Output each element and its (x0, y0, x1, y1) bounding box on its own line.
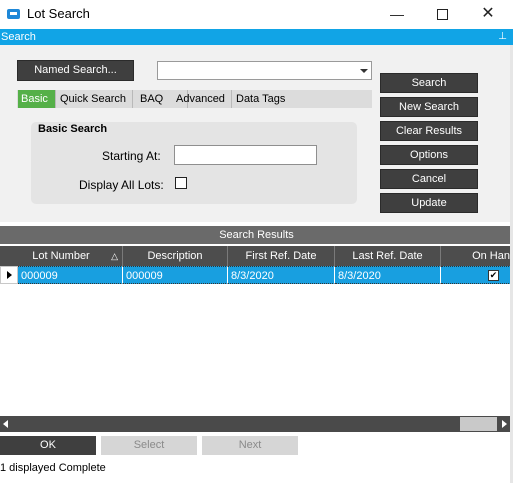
window-title: Lot Search (27, 6, 90, 21)
display-all-lots-label: Display All Lots: (79, 178, 164, 192)
column-header-lot-number[interactable]: Lot Number △ (0, 246, 123, 266)
app-icon (7, 9, 20, 19)
column-header-last-ref-date[interactable]: Last Ref. Date (335, 246, 441, 266)
cell-lot-number[interactable]: 000009 (18, 266, 123, 284)
column-header-lot-number-label: Lot Number (32, 250, 90, 262)
starting-at-input[interactable] (174, 145, 317, 165)
next-button[interactable]: Next (202, 436, 298, 455)
cancel-button[interactable]: Cancel (380, 169, 478, 189)
search-panel: Named Search... Basic Quick Search BAQ A… (0, 45, 513, 222)
row-selector-arrow-icon[interactable] (0, 266, 18, 284)
tab-basic[interactable]: Basic (18, 90, 56, 108)
tab-quick-search[interactable]: Quick Search (57, 90, 133, 108)
starting-at-label: Starting At: (102, 149, 161, 163)
update-button[interactable]: Update (380, 193, 478, 213)
status-text: 1 displayed Complete (0, 462, 106, 474)
select-button[interactable]: Select (101, 436, 197, 455)
search-button[interactable]: Search (380, 73, 478, 93)
basic-search-group: Basic Search Starting At: Display All Lo… (31, 122, 357, 204)
search-header-bar: Search ⊥ (0, 29, 513, 45)
results-grid-empty-area (0, 284, 513, 414)
search-header-label: Search (1, 31, 36, 43)
scroll-left-icon[interactable] (3, 420, 8, 428)
tab-advanced[interactable]: Advanced (173, 90, 232, 108)
pin-icon[interactable]: ⊥ (498, 29, 507, 45)
scrollbar-thumb[interactable] (460, 417, 497, 431)
display-all-lots-checkbox[interactable] (175, 177, 187, 189)
tab-data-tags[interactable]: Data Tags (233, 90, 293, 108)
horizontal-scrollbar[interactable] (0, 416, 513, 432)
close-button[interactable]: ✕ (476, 3, 500, 25)
basic-search-group-title: Basic Search (38, 123, 108, 135)
named-search-button[interactable]: Named Search... (17, 60, 134, 81)
column-header-description[interactable]: Description (123, 246, 228, 266)
title-bar: Lot Search — ✕ (0, 0, 513, 29)
column-header-first-ref-date[interactable]: First Ref. Date (228, 246, 335, 266)
clear-results-button[interactable]: Clear Results (380, 121, 478, 141)
column-header-on-hand[interactable]: On Han (441, 246, 513, 266)
scroll-right-icon[interactable] (502, 420, 507, 428)
search-results-header: Search Results (0, 226, 513, 244)
on-hand-checkbox[interactable]: ✔ (488, 270, 499, 281)
cell-on-hand[interactable] (441, 266, 513, 284)
cell-first-ref-date[interactable]: 8/3/2020 (228, 266, 335, 284)
named-search-combo[interactable] (157, 61, 372, 80)
ok-button[interactable]: OK (0, 436, 96, 455)
minimize-button[interactable]: — (385, 3, 409, 25)
maximize-button[interactable] (430, 3, 454, 25)
cell-description[interactable]: 000009 (123, 266, 228, 284)
options-button[interactable]: Options (380, 145, 478, 165)
search-tabs: Basic Quick Search BAQ Advanced Data Tag… (17, 90, 372, 108)
sort-ascending-icon: △ (111, 251, 118, 261)
new-search-button[interactable]: New Search (380, 97, 478, 117)
cell-last-ref-date[interactable]: 8/3/2020 (335, 266, 441, 284)
chevron-down-icon[interactable] (357, 62, 371, 79)
